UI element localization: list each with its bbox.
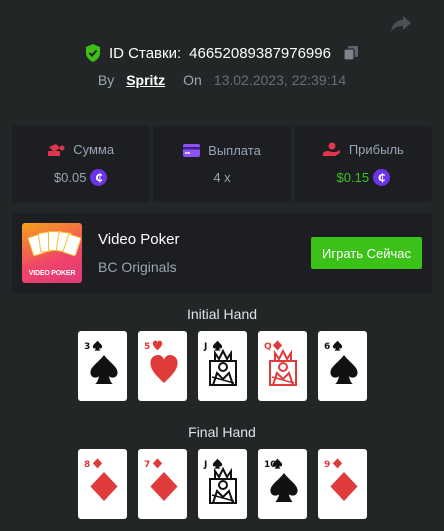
- diamond-icon: [150, 471, 178, 502]
- playing-card: 7: [138, 449, 187, 519]
- playing-card: Q: [258, 331, 307, 401]
- playing-card: 5: [138, 331, 187, 401]
- bet-id-label: ID Ставки:: [109, 44, 182, 62]
- share-icon: [391, 16, 411, 32]
- stat-label: Прибыль: [348, 142, 404, 157]
- heart-icon: [150, 354, 178, 384]
- stat-label: Выплата: [208, 143, 261, 158]
- shield-check-icon: [86, 44, 101, 62]
- stat-profit: Прибыль $0.15 ₵: [294, 126, 432, 202]
- playing-card: 10: [258, 449, 307, 519]
- on-label: On: [183, 72, 202, 88]
- bet-author-row: By Spritz On 13.02.2023, 22:39:14: [0, 72, 444, 88]
- bet-date: 13.02.2023, 22:39:14: [213, 72, 347, 88]
- share-button[interactable]: [388, 12, 414, 36]
- spade-icon: [272, 458, 283, 469]
- game-thumbnail-label: VIDEO POKER: [28, 270, 76, 277]
- heart-icon: [152, 340, 163, 351]
- diamond-icon: [332, 458, 343, 469]
- face-card-art: [269, 348, 297, 386]
- spade-icon: [332, 340, 343, 351]
- initial-hand: 3 5 JQ 6: [78, 331, 368, 401]
- diamond-icon: [152, 458, 163, 469]
- playing-card: 8: [78, 449, 127, 519]
- stat-amount: Сумма $0.05 ₵: [12, 126, 150, 202]
- game-title: Video Poker: [98, 231, 180, 248]
- face-card-art: [209, 348, 237, 386]
- card-icon: [183, 144, 201, 157]
- play-now-button[interactable]: Играть Сейчас: [311, 237, 422, 269]
- bet-stats: Сумма $0.05 ₵ Выплата 4 x Прибыль $0.15 …: [12, 126, 432, 202]
- spade-icon: [90, 354, 118, 385]
- final-hand: 8 7 J 10 9: [78, 449, 368, 519]
- bet-id-row: ID Ставки: 46652089387976996: [0, 44, 444, 62]
- coin-icon: ₵: [373, 169, 391, 186]
- spade-icon: [330, 354, 358, 385]
- stat-value: 4 x: [213, 170, 231, 185]
- stat-value: $0.15: [336, 170, 370, 185]
- coin-icon: ₵: [90, 169, 108, 186]
- money-bag-icon: [48, 143, 65, 156]
- initial-hand-title: Initial Hand: [186, 306, 258, 322]
- spade-icon: [270, 472, 298, 503]
- card-rank: 7: [144, 460, 151, 470]
- stat-payout: Выплата 4 x: [153, 126, 291, 202]
- card-rank: 9: [324, 460, 331, 470]
- card-rank: 6: [324, 342, 331, 352]
- playing-card: 6: [318, 331, 367, 401]
- playing-card: J: [198, 331, 247, 401]
- card-rank: 5: [144, 342, 151, 352]
- playing-card: 3: [78, 331, 127, 401]
- bet-id-value: 46652089387976996: [189, 44, 331, 62]
- game-thumbnail[interactable]: VIDEO POKER: [22, 223, 82, 283]
- playing-card: 9: [318, 449, 367, 519]
- spade-icon: [92, 340, 103, 351]
- by-label: By: [97, 72, 115, 88]
- playing-card: J: [198, 449, 247, 519]
- profit-hand-icon: [322, 142, 340, 156]
- card-rank: 8: [84, 460, 91, 470]
- diamond-icon: [330, 471, 358, 502]
- final-hand-title: Final Hand: [188, 424, 256, 440]
- stat-label: Сумма: [73, 142, 115, 157]
- card-rank: 3: [84, 342, 91, 352]
- copy-icon[interactable]: [343, 45, 359, 61]
- user-link[interactable]: Spritz: [126, 72, 165, 88]
- game-subtitle: BC Originals: [98, 259, 177, 275]
- diamond-icon: [92, 458, 103, 469]
- face-card-art: [209, 466, 237, 504]
- stat-value: $0.05: [53, 170, 87, 185]
- game-card: VIDEO POKER Video Poker BC Originals Игр…: [12, 213, 432, 293]
- diamond-icon: [90, 471, 118, 502]
